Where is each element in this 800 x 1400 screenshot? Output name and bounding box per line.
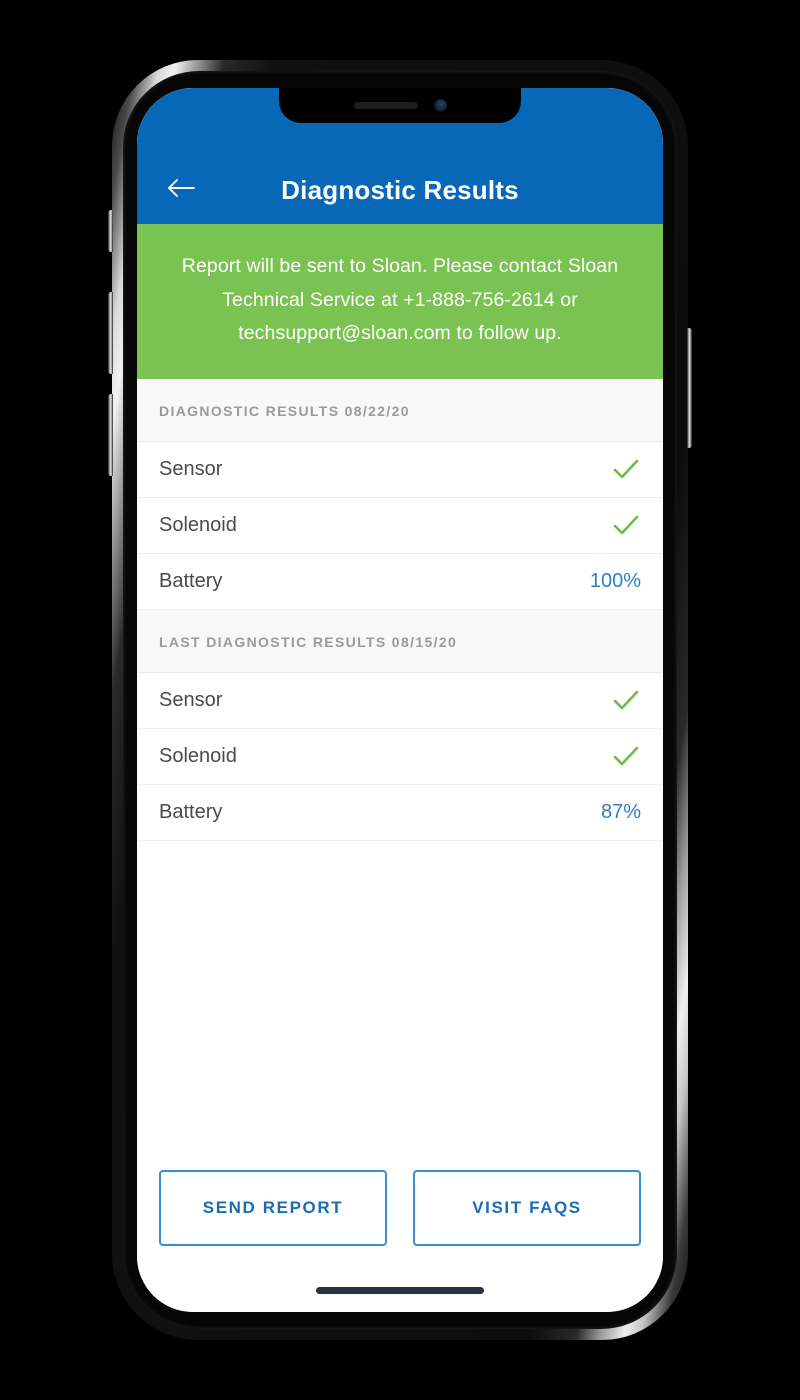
visit-faqs-button[interactable]: VISIT FAQS	[413, 1170, 641, 1246]
row-label: Sensor	[159, 688, 223, 711]
row-label: Solenoid	[159, 513, 237, 536]
notice-banner: Report will be sent to Sloan. Please con…	[137, 224, 663, 379]
battery-percent-value: 87%	[600, 800, 641, 823]
app-container: Diagnostic Results Report will be sent t…	[137, 88, 663, 1312]
table-row[interactable]: Solenoid	[137, 497, 663, 554]
volume-up-button[interactable]	[108, 292, 113, 374]
page-title: Diagnostic Results	[281, 175, 519, 205]
back-button[interactable]	[159, 168, 203, 208]
row-label: Battery	[159, 800, 223, 823]
table-row[interactable]: Solenoid	[137, 728, 663, 785]
table-row[interactable]: Battery 100%	[137, 553, 663, 610]
results-list: DIAGNOSTIC RESULTS 08/22/20 Sensor Solen…	[137, 378, 663, 1170]
table-row[interactable]: Battery 87%	[137, 784, 663, 841]
front-camera-icon	[433, 99, 447, 112]
arrow-left-icon	[166, 176, 196, 200]
battery-percent-value: 100%	[589, 569, 641, 592]
check-icon	[611, 688, 641, 712]
footer-actions: SEND REPORT VISIT FAQS	[137, 1170, 663, 1246]
table-row[interactable]: Sensor	[137, 672, 663, 729]
table-row[interactable]: Sensor	[137, 441, 663, 498]
speaker-grille-icon	[353, 102, 418, 109]
row-label: Sensor	[159, 457, 223, 480]
power-button[interactable]	[687, 328, 692, 448]
check-icon	[611, 744, 641, 768]
screenshot-canvas: Diagnostic Results Report will be sent t…	[0, 0, 800, 1400]
phone-screen: Diagnostic Results Report will be sent t…	[137, 88, 663, 1312]
send-report-button[interactable]: SEND REPORT	[159, 1170, 387, 1246]
home-indicator[interactable]	[316, 1287, 484, 1294]
section-header-current: DIAGNOSTIC RESULTS 08/22/20	[137, 378, 663, 442]
device-notch	[279, 88, 521, 123]
row-label: Solenoid	[159, 744, 237, 767]
check-icon	[611, 513, 641, 537]
check-icon	[611, 457, 641, 481]
section-header-previous: LAST DIAGNOSTIC RESULTS 08/15/20	[137, 609, 663, 673]
volume-down-button[interactable]	[108, 394, 113, 476]
mute-switch-button[interactable]	[108, 210, 113, 252]
row-label: Battery	[159, 569, 223, 592]
